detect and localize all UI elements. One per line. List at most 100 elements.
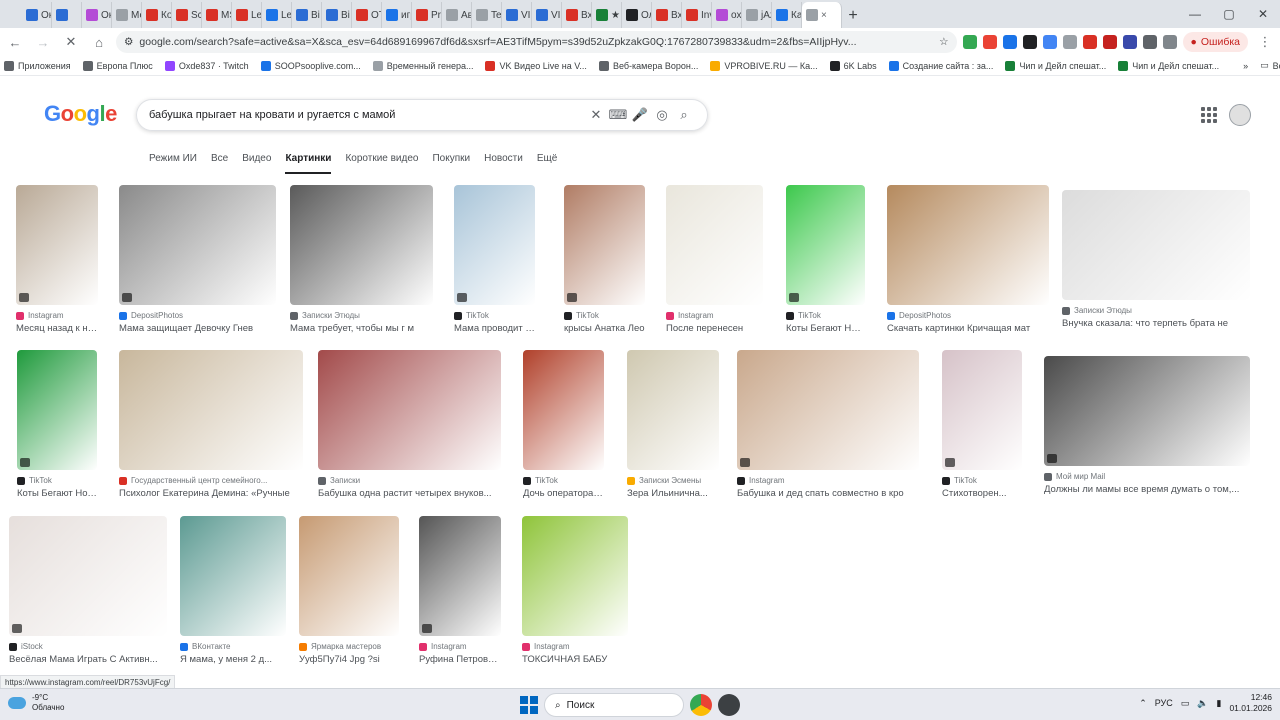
image-result[interactable]: Instagram Бабушка и дед спать совместно в…: [737, 350, 919, 499]
browser-tab[interactable]: ОТ: [352, 2, 382, 28]
result-source[interactable]: iStock: [9, 642, 167, 651]
extension-icon[interactable]: [982, 35, 997, 49]
result-title[interactable]: Зера Ильинична...: [627, 488, 719, 499]
stop-icon[interactable]: ✕: [60, 31, 82, 53]
result-thumbnail[interactable]: [786, 185, 865, 305]
result-thumbnail[interactable]: [119, 350, 303, 470]
chevron-up-icon[interactable]: ⌃: [1139, 698, 1147, 709]
weather-widget[interactable]: -9°C Облачно: [8, 693, 64, 713]
result-source[interactable]: TikTok: [17, 476, 97, 485]
browser-tab[interactable]: МS: [202, 2, 232, 28]
bookmark-item[interactable]: Веб-камера Ворон...: [598, 60, 698, 71]
result-source[interactable]: Записки: [318, 476, 501, 485]
search-tab[interactable]: Видео: [242, 150, 271, 174]
result-title[interactable]: Скачать картинки Кричащая мат: [887, 323, 1049, 334]
close-window-button[interactable]: ✕: [1246, 0, 1280, 28]
clear-icon[interactable]: ✕: [585, 104, 607, 126]
result-source[interactable]: Записки Эсмены: [627, 476, 719, 485]
forward-icon[interactable]: →: [32, 31, 54, 53]
image-result[interactable]: Записки Этюды Внучка сказала: что терпеть…: [1062, 190, 1250, 329]
result-thumbnail[interactable]: [523, 350, 604, 470]
result-title[interactable]: ТОКСИЧНАЯ БАБУ: [522, 654, 628, 665]
bookmark-item[interactable]: Чип и Дейл спешат...: [1005, 60, 1106, 71]
result-source[interactable]: ВКонтакте: [180, 642, 286, 651]
result-thumbnail[interactable]: [627, 350, 719, 470]
browser-tab[interactable]: Sca: [172, 2, 202, 28]
result-title[interactable]: Бабушка и дед спать совместно в кро: [737, 488, 919, 499]
extension-icon[interactable]: [1082, 35, 1097, 49]
browser-tab[interactable]: Ка: [772, 2, 802, 28]
result-source[interactable]: Записки Этюды: [1062, 306, 1250, 315]
apps-grid-icon[interactable]: [1201, 107, 1217, 123]
search-input[interactable]: бабушка прыгает на кровати и ругается с …: [149, 109, 585, 121]
image-result[interactable]: Instagram ТОКСИЧНАЯ БАБУ: [522, 516, 628, 665]
result-title[interactable]: Коты Бегают Ночь: [17, 488, 97, 499]
extension-icon[interactable]: [1042, 35, 1057, 49]
bookmarks-more-icon[interactable]: »: [1243, 61, 1248, 71]
browser-tab[interactable]: VIL: [532, 2, 562, 28]
new-tab-button[interactable]: +: [842, 4, 864, 28]
browser-tab[interactable]: игр: [382, 2, 412, 28]
image-result[interactable]: Записки Эсмены Зера Ильинична...: [627, 350, 719, 499]
bookmark-item[interactable]: Приложения: [4, 60, 71, 71]
result-thumbnail[interactable]: [299, 516, 399, 636]
image-result[interactable]: Instagram Месяц назад к на...: [16, 185, 98, 334]
bookmark-item[interactable]: SOOPsooplive.com...: [260, 60, 361, 71]
browser-tab[interactable]: Вх: [562, 2, 592, 28]
lens-icon[interactable]: ◎: [651, 104, 673, 126]
result-title[interactable]: Мама требует, чтобы мы г м: [290, 323, 433, 334]
result-title[interactable]: Должны ли мамы все время думать о том,..…: [1044, 484, 1250, 495]
image-result[interactable]: DepositPhotos Скачать картинки Кричащая м…: [887, 185, 1049, 334]
start-icon[interactable]: [520, 696, 538, 714]
close-tab-icon[interactable]: ×: [821, 10, 827, 21]
download-icon[interactable]: [1162, 35, 1177, 49]
browser-tab[interactable]: jAz: [742, 2, 772, 28]
battery-icon[interactable]: ▮: [1217, 698, 1222, 709]
bookmark-item[interactable]: Oxde837 · Twitch: [164, 60, 249, 71]
result-thumbnail[interactable]: [522, 516, 628, 636]
maximize-button[interactable]: ▢: [1212, 0, 1246, 28]
browser-tab[interactable]: Ок: [82, 2, 112, 28]
result-title[interactable]: Руфина Петровна...: [419, 654, 501, 665]
chrome-icon[interactable]: [690, 694, 712, 716]
search-tab[interactable]: Новости: [484, 150, 523, 174]
result-title[interactable]: Дочь оператора отц: [523, 488, 604, 499]
minimize-button[interactable]: —: [1178, 0, 1212, 28]
result-thumbnail[interactable]: [290, 185, 433, 305]
clock[interactable]: 12:46 01.01.2026: [1229, 692, 1272, 714]
extension-icon[interactable]: [1102, 35, 1117, 49]
result-title[interactable]: Коты Бегают Ночь: [786, 323, 865, 334]
result-source[interactable]: TikTok: [454, 311, 535, 320]
result-source[interactable]: TikTok: [942, 476, 1022, 485]
result-title[interactable]: Ууф5Пу7i4 Jpg ?si: [299, 654, 399, 665]
browser-tab[interactable]: оxс: [712, 2, 742, 28]
search-icon[interactable]: ⌕: [673, 104, 695, 126]
image-result[interactable]: Записки Бабушка одна растит четырех внуко…: [318, 350, 501, 499]
result-thumbnail[interactable]: [737, 350, 919, 470]
bookmark-item[interactable]: VPROBIVE.RU — Ка...: [710, 60, 818, 71]
image-result[interactable]: Государственный центр семейного... Психол…: [119, 350, 303, 499]
result-title[interactable]: Бабушка одна растит четырех внуков...: [318, 488, 501, 499]
google-logo[interactable]: Google: [44, 101, 117, 127]
result-source[interactable]: TikTok: [523, 476, 604, 485]
search-tab[interactable]: Покупки: [432, 150, 470, 174]
bookmark-item[interactable]: VK Видео Live на V...: [485, 60, 587, 71]
search-tab[interactable]: Короткие видео: [345, 150, 418, 174]
search-tab[interactable]: Ещё: [537, 150, 557, 174]
bookmark-item[interactable]: 6K Labs: [829, 60, 877, 71]
result-source[interactable]: Записки Этюды: [290, 311, 433, 320]
result-title[interactable]: Месяц назад к на...: [16, 323, 98, 334]
browser-tab[interactable]: Ав: [442, 2, 472, 28]
search-tab[interactable]: Картинки: [285, 150, 332, 174]
result-source[interactable]: Instagram: [419, 642, 501, 651]
bookmark-item[interactable]: Европа Плюс: [82, 60, 153, 71]
puzzle-icon[interactable]: [1142, 35, 1157, 49]
result-thumbnail[interactable]: [942, 350, 1022, 470]
url-text[interactable]: google.com/search?safe=active&sa=X&sca_e…: [139, 36, 933, 48]
image-result[interactable]: TikTok Мама проводит с...: [454, 185, 535, 334]
result-thumbnail[interactable]: [17, 350, 97, 470]
image-result[interactable]: Ярмарка мастеров Ууф5Пу7i4 Jpg ?si: [299, 516, 399, 665]
result-source[interactable]: TikTok: [564, 311, 645, 320]
result-thumbnail[interactable]: [454, 185, 535, 305]
image-result[interactable]: Instagram После перенесен: [666, 185, 763, 334]
